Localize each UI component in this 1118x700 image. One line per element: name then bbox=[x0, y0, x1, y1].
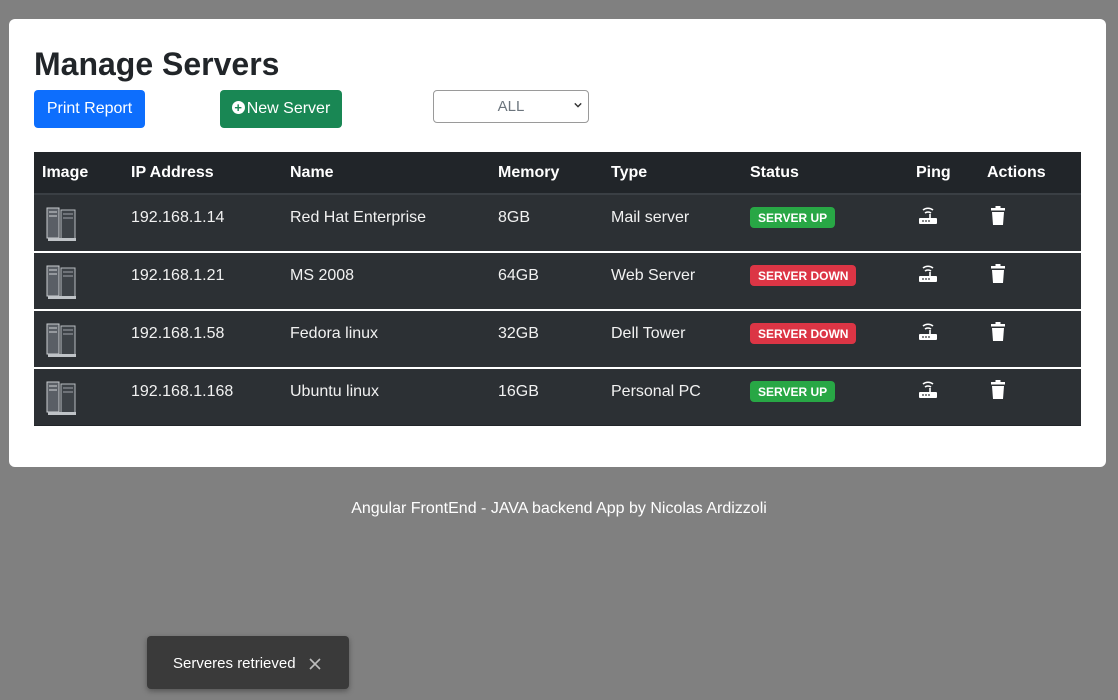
close-icon[interactable] bbox=[308, 657, 322, 671]
cell-type: Mail server bbox=[611, 209, 690, 226]
server-tower-icon bbox=[46, 323, 76, 357]
router-wifi-icon[interactable] bbox=[917, 380, 939, 400]
router-wifi-icon[interactable] bbox=[917, 322, 939, 342]
status-badge: SERVER DOWN bbox=[750, 265, 857, 286]
server-tower-icon bbox=[46, 381, 76, 415]
table-row: 192.168.1.168 Ubuntu linux 16GB Personal… bbox=[34, 367, 1081, 425]
cell-memory: 8GB bbox=[498, 209, 531, 226]
toast-notification: Serveres retrieved bbox=[147, 636, 349, 689]
server-card: Manage Servers Print Report + New Server… bbox=[9, 19, 1106, 467]
table-header: Image IP Address Name Memory Type Status… bbox=[34, 152, 1081, 195]
trash-icon[interactable] bbox=[990, 206, 1006, 226]
trash-icon[interactable] bbox=[990, 264, 1006, 284]
new-server-label: New Server bbox=[246, 100, 331, 117]
status-badge: SERVER UP bbox=[750, 381, 836, 402]
header-type: Type bbox=[611, 164, 648, 181]
table-row: 192.168.1.21 MS 2008 64GB Web Server SER… bbox=[34, 251, 1081, 309]
trash-icon[interactable] bbox=[990, 322, 1006, 342]
header-image: Image bbox=[42, 164, 89, 181]
cell-name: Ubuntu linux bbox=[290, 383, 379, 400]
trash-icon[interactable] bbox=[990, 380, 1006, 400]
cell-ip: 192.168.1.14 bbox=[131, 209, 225, 226]
cell-memory: 32GB bbox=[498, 325, 539, 342]
header-ip-address: IP Address bbox=[131, 164, 214, 181]
cell-type: Personal PC bbox=[611, 383, 701, 400]
print-report-label: Print Report bbox=[46, 100, 133, 117]
header-name: Name bbox=[290, 164, 334, 181]
cell-ip: 192.168.1.168 bbox=[131, 383, 234, 400]
status-badge: SERVER DOWN bbox=[750, 323, 857, 344]
new-server-button[interactable]: + New Server bbox=[220, 90, 342, 128]
server-tower-icon bbox=[46, 265, 76, 299]
chevron-down-icon bbox=[574, 102, 582, 108]
status-badge: SERVER UP bbox=[750, 207, 836, 228]
table-row: 192.168.1.58 Fedora linux 32GB Dell Towe… bbox=[34, 309, 1081, 367]
router-wifi-icon[interactable] bbox=[917, 206, 939, 226]
cell-ip: 192.168.1.21 bbox=[131, 267, 225, 284]
header-memory: Memory bbox=[498, 164, 560, 181]
table-row: 192.168.1.14 Red Hat Enterprise 8GB Mail… bbox=[34, 195, 1081, 251]
cell-memory: 64GB bbox=[498, 267, 539, 284]
status-filter-value: ALL bbox=[497, 98, 525, 115]
cell-memory: 16GB bbox=[498, 383, 539, 400]
router-wifi-icon[interactable] bbox=[917, 264, 939, 284]
cell-name: Red Hat Enterprise bbox=[290, 209, 427, 226]
header-status: Status bbox=[750, 164, 799, 181]
cell-name: MS 2008 bbox=[290, 267, 355, 284]
cell-ip: 192.168.1.58 bbox=[131, 325, 225, 342]
servers-table: Image IP Address Name Memory Type Status… bbox=[34, 152, 1081, 426]
status-filter-select[interactable]: ALL bbox=[433, 90, 589, 123]
cell-type: Web Server bbox=[611, 267, 696, 284]
cell-type: Dell Tower bbox=[611, 325, 686, 342]
print-report-button[interactable]: Print Report bbox=[34, 90, 145, 128]
page-title: Manage Servers bbox=[34, 46, 280, 82]
header-ping: Ping bbox=[916, 164, 951, 181]
server-tower-icon bbox=[46, 207, 76, 241]
cell-name: Fedora linux bbox=[290, 325, 379, 342]
footer-credit: Angular FrontEnd - JAVA backend App by N… bbox=[351, 500, 767, 517]
toast-message: Serveres retrieved bbox=[173, 655, 296, 672]
header-actions: Actions bbox=[987, 164, 1046, 181]
plus-circle-icon: + bbox=[231, 100, 245, 114]
